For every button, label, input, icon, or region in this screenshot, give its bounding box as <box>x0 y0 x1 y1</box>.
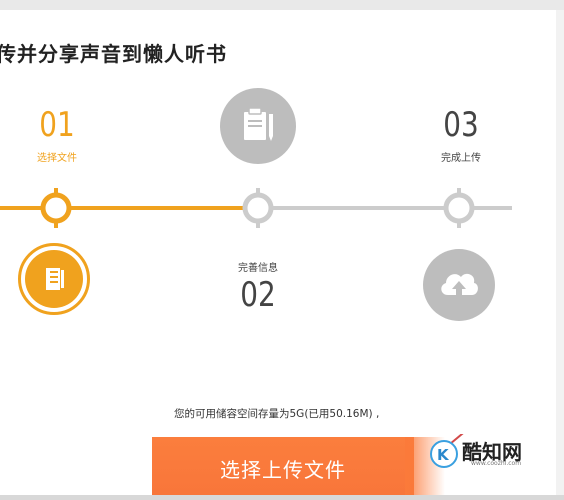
document-folder-icon <box>25 250 83 308</box>
step-1-label: 选择文件 <box>37 153 77 164</box>
svg-text:K: K <box>437 446 450 464</box>
right-edge <box>556 10 564 495</box>
step-1-number: 01 <box>39 105 75 145</box>
select-upload-file-button[interactable]: 选择上传文件 <box>152 437 414 500</box>
watermark-url: www.coozhi.com <box>471 460 522 467</box>
bottom-bar <box>0 495 564 500</box>
step-2-number: 02 <box>240 275 276 315</box>
step-2-label: 完善信息 <box>238 263 278 274</box>
cloud-upload-icon <box>423 249 495 321</box>
clipboard-pen-icon <box>220 88 296 164</box>
storage-info: 您的可用储容空间存量为5G(已用50.16M) , <box>174 408 380 420</box>
step-3-number: 03 <box>443 105 479 145</box>
step-3-node <box>443 192 475 224</box>
step-1-node <box>40 192 72 224</box>
step-3-label: 完成上传 <box>441 153 481 164</box>
step-1-icon-ring <box>18 243 90 315</box>
page-title: 传并分享声音到懒人听书 <box>0 42 227 66</box>
top-bar <box>0 0 564 10</box>
step-2-node <box>242 192 274 224</box>
progress-track <box>0 188 512 228</box>
